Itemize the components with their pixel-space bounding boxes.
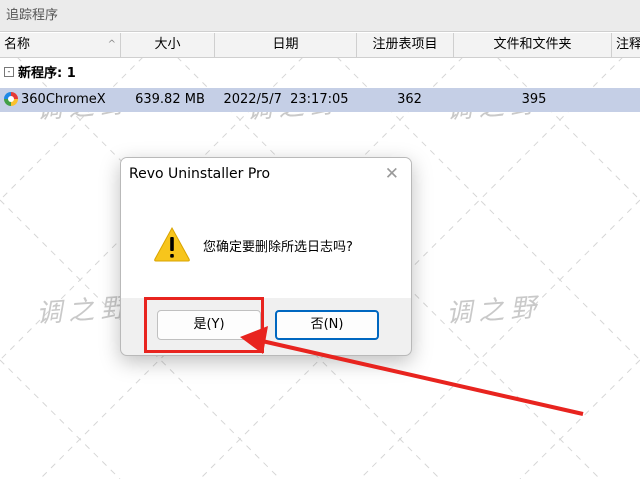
program-name: 360ChromeX	[21, 92, 106, 107]
sort-arrow-icon: ^	[107, 39, 116, 50]
column-header-label: 文件和文件夹	[493, 37, 572, 52]
group-label: 新程序: 1	[18, 66, 76, 81]
watermark-text: 调之野	[35, 292, 134, 330]
360chrome-icon	[4, 91, 18, 106]
cell-size: 639.82 MB	[135, 92, 205, 107]
annotation-highlight-box	[144, 297, 264, 353]
dialog-titlebar[interactable]: Revo Uninstaller Pro ✕	[121, 158, 411, 192]
cell-date: 2022/5/7 23:17:05	[215, 88, 357, 112]
dialog-message: 您确定要删除所选日志吗?	[203, 240, 353, 255]
time-value: 23:17:05	[290, 92, 349, 107]
no-button[interactable]: 否(N)	[275, 310, 379, 340]
column-header-name[interactable]: 名称 ^	[0, 33, 121, 57]
date-value: 2022/5/7	[223, 92, 282, 107]
column-header-date[interactable]: 日期	[215, 33, 357, 57]
table-row[interactable]: 360ChromeX 639.82 MB 2022/5/7 23:17:05 3…	[0, 88, 640, 112]
warning-icon	[154, 226, 190, 262]
column-header-registry[interactable]: 注册表项目	[357, 33, 454, 57]
column-header-label: 注册表项目	[372, 37, 438, 52]
table-header: 名称 ^ 大小 日期 注册表项目 文件和文件夹 注释	[0, 33, 640, 58]
column-header-size[interactable]: 大小	[121, 33, 215, 57]
group-header[interactable]: - 新程序: 1	[0, 62, 640, 86]
column-header-comment[interactable]: 注释	[612, 33, 640, 57]
watermark-text: 调之野	[445, 292, 544, 330]
column-header-label: 注释	[616, 37, 640, 52]
panel-title: 追踪程序	[0, 0, 640, 32]
column-header-label: 大小	[154, 37, 181, 52]
cell-name: 360ChromeX	[0, 88, 125, 112]
close-icon[interactable]: ✕	[385, 164, 399, 184]
cell-files: 395	[521, 92, 547, 107]
column-header-label: 日期	[272, 37, 299, 52]
column-header-files[interactable]: 文件和文件夹	[454, 33, 612, 57]
collapse-icon[interactable]: -	[4, 67, 14, 77]
cell-registry: 362	[397, 92, 422, 107]
dialog-title: Revo Uninstaller Pro	[129, 166, 271, 182]
column-header-label: 名称	[4, 37, 31, 52]
